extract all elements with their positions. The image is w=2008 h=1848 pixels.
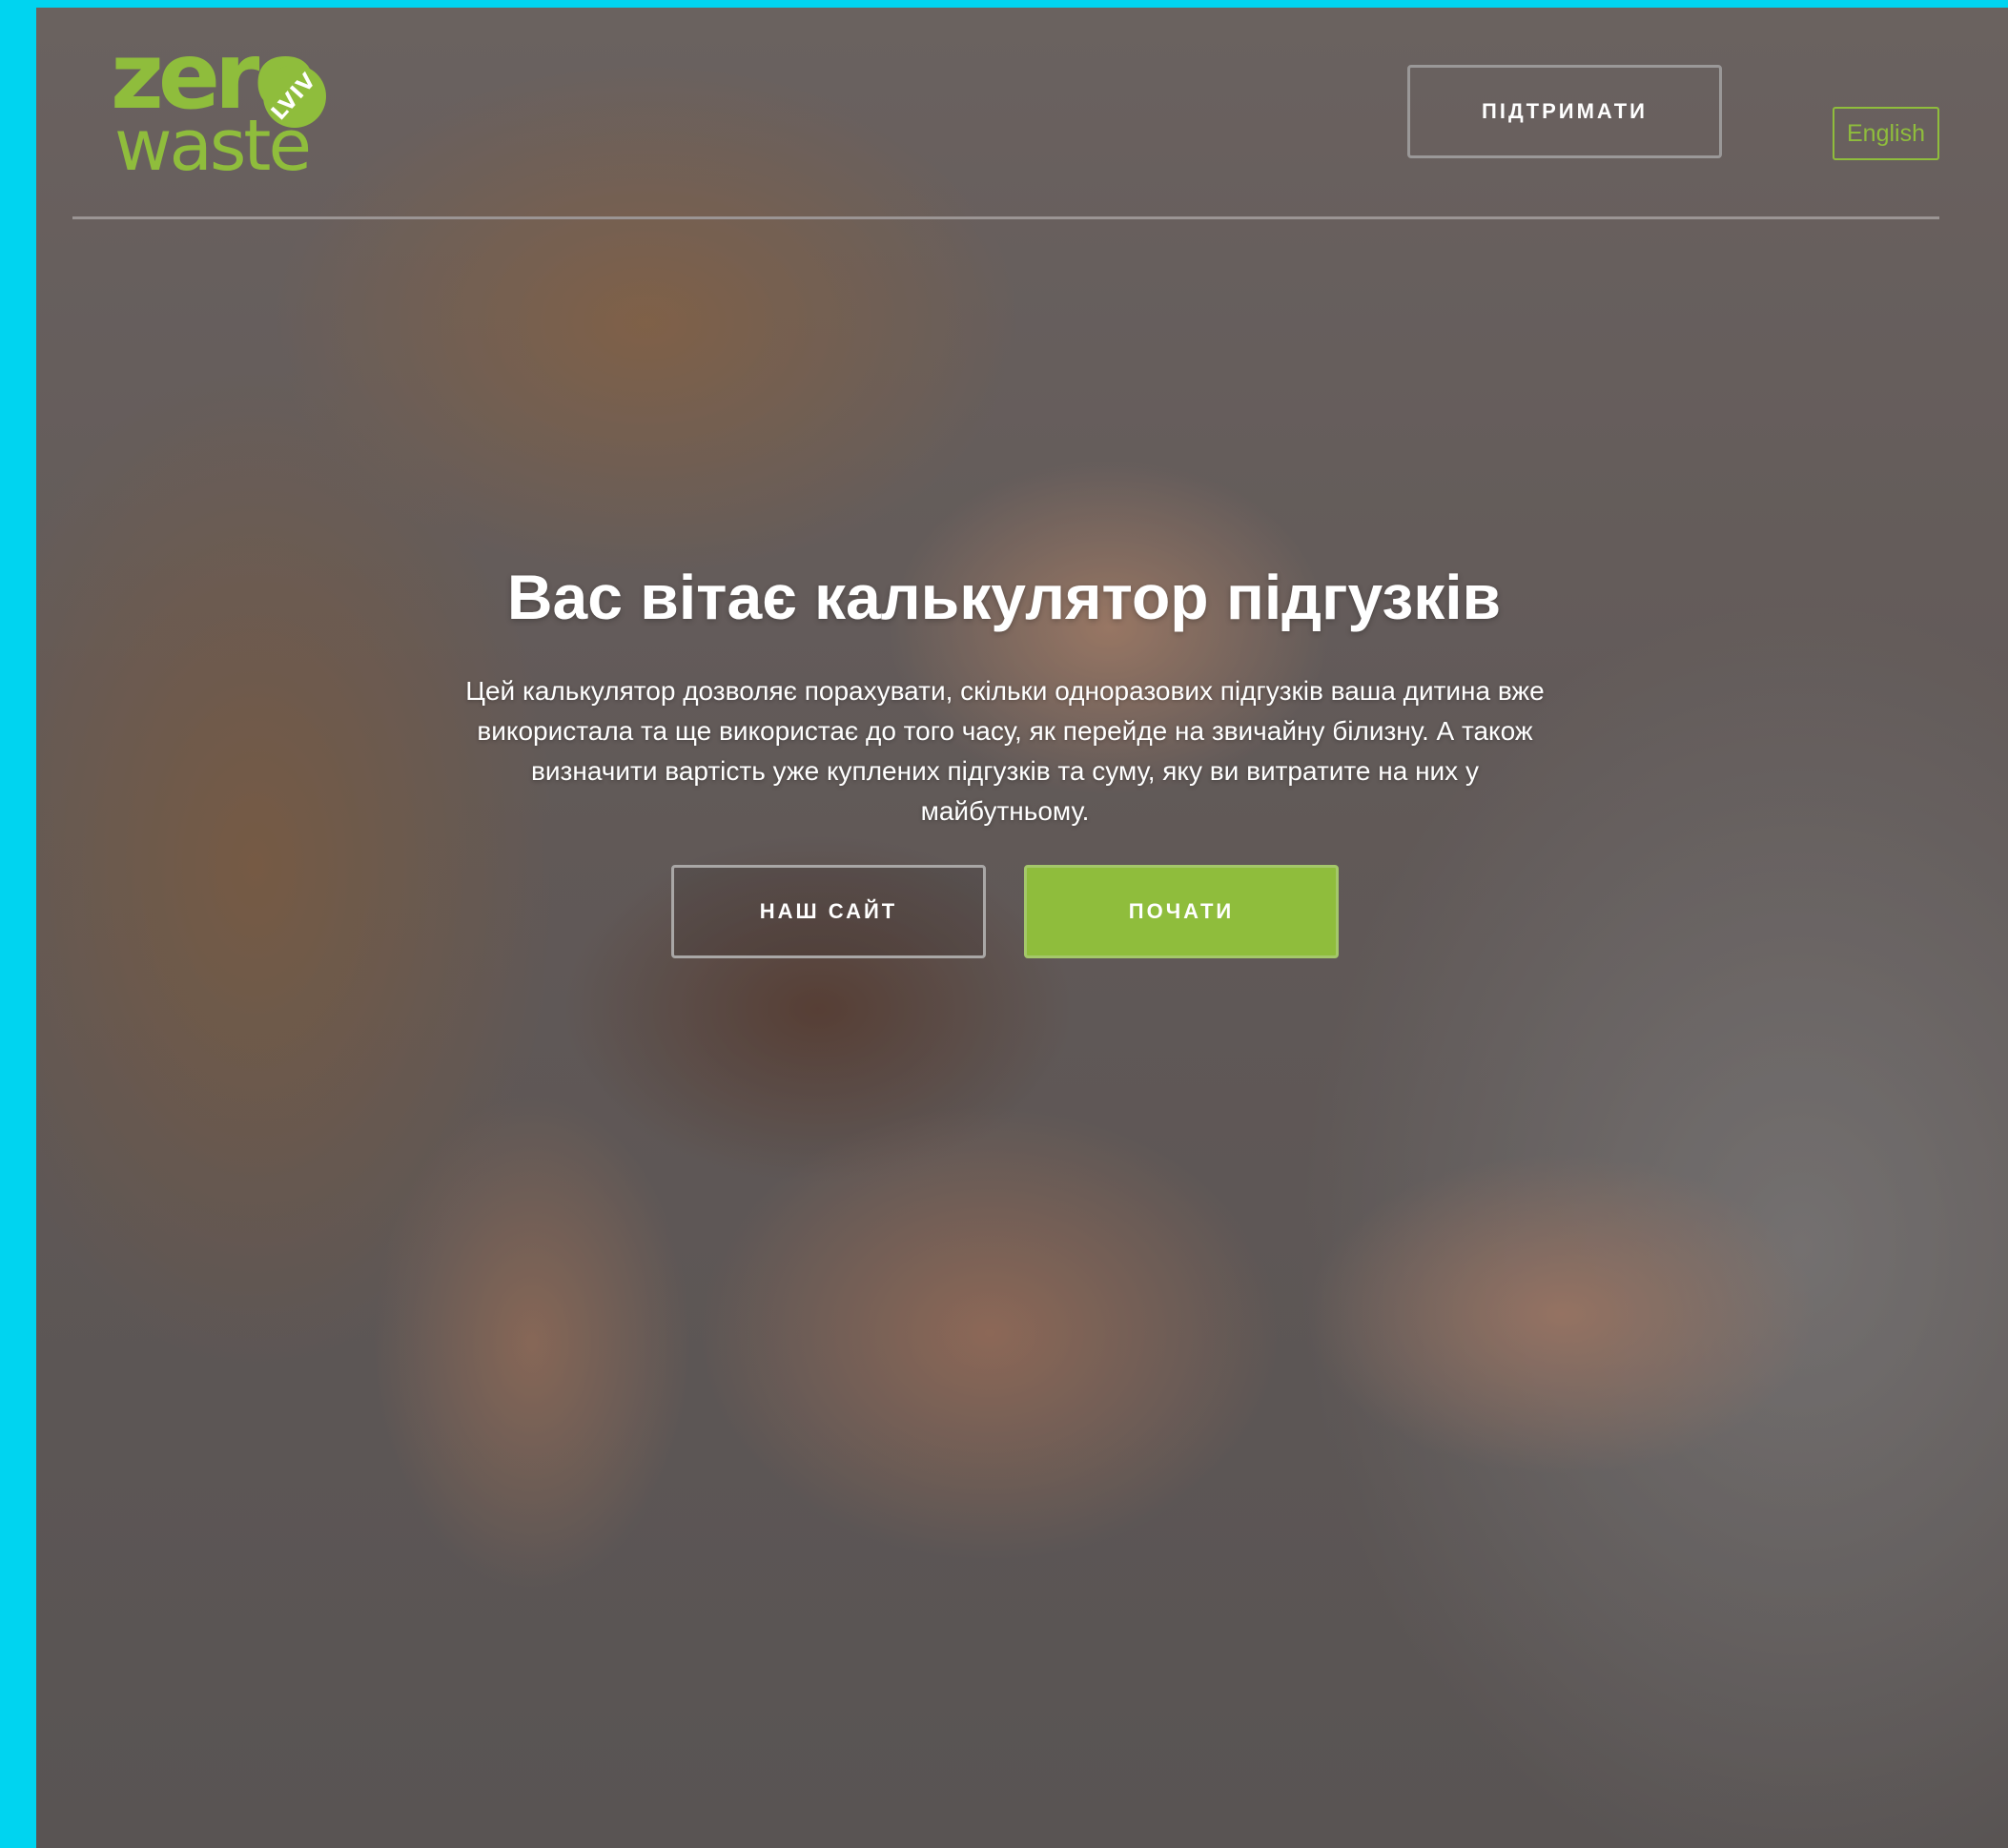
- hero-background-photo: [36, 8, 2008, 1848]
- page-frame: zero waste LVIV ПІДТРИМАТИ English Вас в…: [36, 8, 2008, 1848]
- logo-badge-lviv: LVIV: [267, 68, 322, 125]
- start-button[interactable]: ПОЧАТИ: [1024, 865, 1339, 958]
- page-title: Вас вітає калькулятор підгузків: [506, 562, 1502, 632]
- language-switch-button[interactable]: English: [1833, 107, 1939, 160]
- hero-description: Цей калькулятор дозволяє порахувати, скі…: [465, 676, 1545, 826]
- zero-waste-lviv-logo[interactable]: zero waste LVIV: [111, 31, 339, 191]
- header-divider: [72, 216, 1939, 219]
- logo-badge-icon: LVIV: [263, 65, 326, 128]
- our-site-button[interactable]: НАШ САЙТ: [671, 865, 986, 958]
- support-button[interactable]: ПІДТРИМАТИ: [1407, 65, 1722, 158]
